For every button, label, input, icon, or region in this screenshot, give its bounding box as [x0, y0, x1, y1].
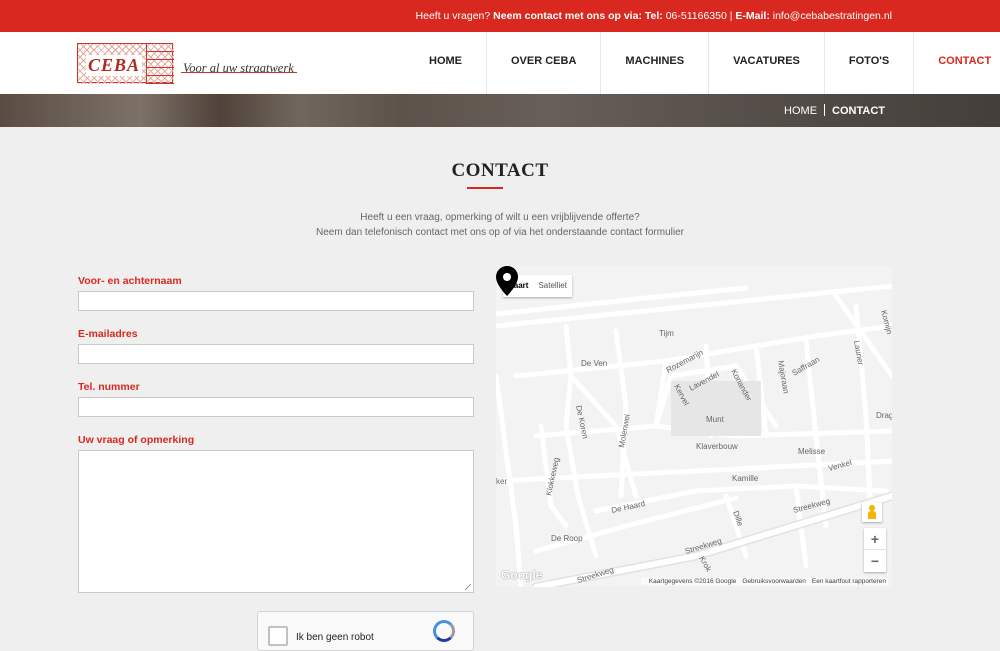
nav-item-home[interactable]: HOME	[415, 32, 487, 94]
breadcrumb-home[interactable]: HOME	[784, 105, 817, 117]
street-label-laurier: Laurier	[852, 340, 865, 366]
nav-item-fotos[interactable]: FOTO'S	[825, 32, 915, 94]
street-label-streekweg-west: Streekweg	[576, 565, 615, 585]
ceba-logo[interactable]: CEBA Voor al uw straatwerk	[77, 43, 297, 85]
map-type-satelliet[interactable]: Satelliet	[533, 275, 571, 297]
nav-item-vacatures[interactable]: VACATURES	[709, 32, 825, 94]
street-label-komijn: Komijn	[879, 309, 892, 335]
name-label: Voor- en achternaam	[78, 275, 182, 287]
recaptcha-checkbox[interactable]	[268, 626, 288, 646]
topbar-email-label: E-Mail	[735, 10, 767, 22]
question-label: Uw vraag of opmerking	[78, 434, 195, 446]
recaptcha-widget: Ik ben geen robot	[257, 611, 474, 651]
breadcrumb-current: CONTACT	[832, 105, 885, 117]
recaptcha-logo-icon	[433, 620, 455, 642]
intro-line-2: Neem dan telefonisch contact met ons op …	[316, 227, 684, 238]
topbar-contact-strong: Neem contact met ons op via	[493, 10, 639, 22]
nav-item-contact[interactable]: CONTACT	[914, 32, 1000, 94]
street-label-krok: Krok	[697, 555, 714, 575]
map-attribution: Kaartgegevens ©2016 Google Gebruiksvoorwa…	[640, 578, 888, 585]
map-terms-link[interactable]: Gebruiksvoorwaarden	[742, 578, 806, 585]
logo-brick-box: CEBA	[77, 43, 174, 84]
intro-line-1: Heeft u een vraag, opmerking of wilt u e…	[360, 212, 640, 223]
breadcrumb: HOME CONTACT	[784, 104, 885, 117]
question-textarea[interactable]	[78, 450, 474, 593]
topbar-question: Heeft u vragen?	[415, 10, 491, 22]
site-header: CEBA Voor al uw straatwerk HOME OVER CEB…	[0, 32, 1000, 94]
street-label-tijm: Tijm	[659, 329, 674, 338]
topbar-email-link[interactable]: info@cebabestratingen.nl	[773, 10, 892, 22]
top-contact-bar: Heeft u vragen? Neem contact met ons op …	[0, 0, 1000, 32]
map-canvas[interactable]: Tijm De Ven Rozemarijn Lavendel Koriande…	[496, 266, 892, 587]
street-label-drag: Drag	[876, 411, 892, 420]
street-label-de-ven: De Ven	[581, 359, 607, 368]
page-title: CONTACT	[451, 160, 549, 181]
street-label-kamille: Kamille	[732, 474, 759, 483]
page-intro: Heeft u een vraag, opmerking of wilt u e…	[0, 210, 1000, 240]
street-label-de-roop: De Roop	[551, 534, 583, 543]
zoom-out-button[interactable]: −	[864, 550, 886, 572]
name-field[interactable]	[78, 291, 474, 311]
street-label-de-haard: De Haard	[611, 499, 646, 515]
email-field[interactable]	[78, 344, 474, 364]
page-banner: HOME CONTACT	[0, 94, 1000, 127]
street-label-munt: Munt	[706, 415, 725, 424]
title-underline	[467, 187, 503, 189]
street-label-melisse: Melisse	[798, 447, 826, 456]
google-logo: Google	[501, 568, 543, 582]
map-data-credit: Kaartgegevens ©2016 Google	[648, 578, 737, 585]
street-label-klaverbouw: Klaverbouw	[696, 442, 738, 451]
zoom-control: + −	[864, 528, 886, 572]
nav-item-over-ceba[interactable]: OVER CEBA	[487, 32, 602, 94]
logo-name: CEBA	[86, 55, 143, 76]
topbar-tel-value[interactable]: 06-51166350	[666, 10, 727, 22]
main-navigation: HOME OVER CEBA MACHINES VACATURES FOTO'S…	[415, 32, 1000, 94]
map-report-link[interactable]: Een kaartfout rapporteren	[812, 578, 886, 585]
street-label-venkel: Venkel	[827, 458, 853, 473]
street-view-pegman-icon[interactable]	[862, 502, 882, 522]
resize-grip-icon[interactable]	[465, 584, 471, 590]
map-marker-icon[interactable]	[496, 266, 518, 296]
street-label-ker: ker	[496, 477, 507, 486]
email-label: E-mailadres	[78, 328, 138, 340]
zoom-in-button[interactable]: +	[864, 528, 886, 550]
logo-tagline: Voor al uw straatwerk	[183, 61, 294, 75]
street-label-molenwei: Molenwei	[617, 413, 632, 448]
topbar-tel-label: Tel	[644, 10, 660, 22]
recaptcha-label: Ik ben geen robot	[296, 632, 374, 643]
nav-item-machines[interactable]: MACHINES	[601, 32, 710, 94]
top-contact-text: Heeft u vragen? Neem contact met ons op …	[415, 10, 892, 22]
phone-label: Tel. nummer	[78, 381, 140, 393]
phone-field[interactable]	[78, 397, 474, 417]
street-label-majoraan: Majoraan	[776, 360, 791, 394]
google-map[interactable]: Tijm De Ven Rozemarijn Lavendel Koriande…	[496, 266, 892, 587]
